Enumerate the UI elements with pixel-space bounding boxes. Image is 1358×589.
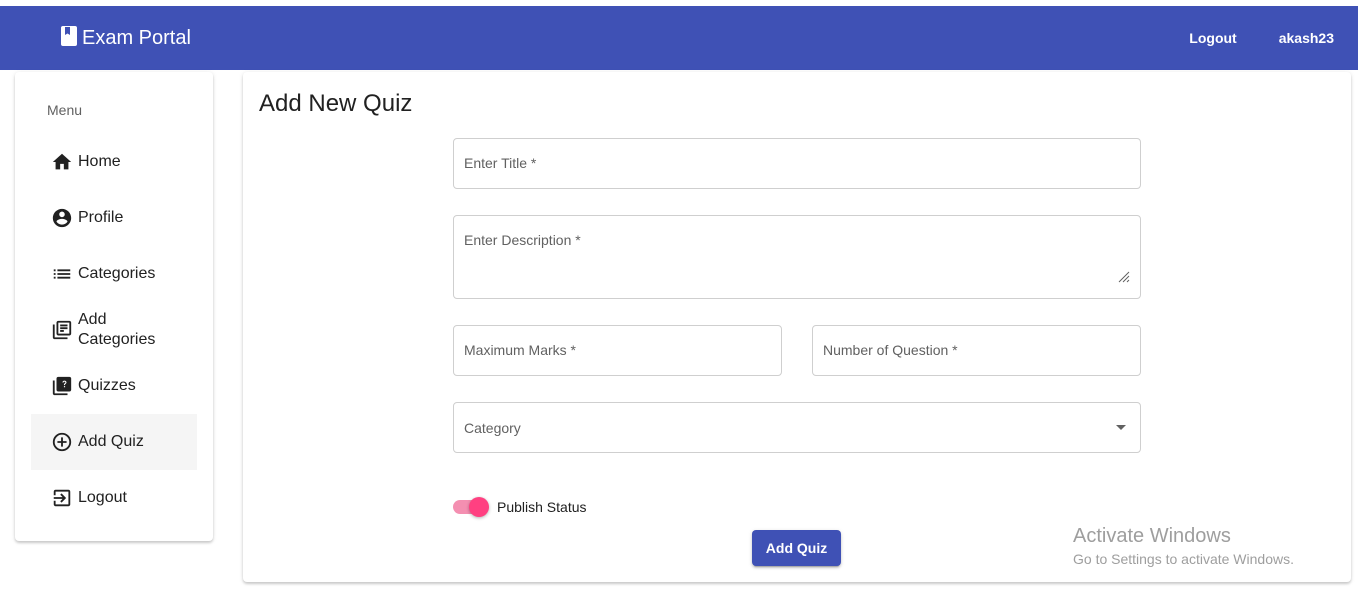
description-textarea[interactable]: Enter Description * — [453, 215, 1141, 299]
watermark-title: Activate Windows — [1073, 525, 1231, 547]
resize-handle-icon[interactable] — [1116, 269, 1130, 288]
top-app-bar: Exam Portal Logout akash23 — [0, 6, 1358, 70]
publish-status-label: Publish Status — [497, 499, 587, 515]
book-icon — [60, 25, 78, 51]
title-placeholder: Enter Title * — [464, 155, 537, 171]
sidebar-item-home[interactable]: Home — [31, 134, 197, 190]
account-circle-icon — [51, 207, 73, 229]
add-circle-icon — [51, 431, 73, 453]
logout-button[interactable]: Logout — [1168, 30, 1257, 46]
chevron-down-icon — [1116, 425, 1126, 430]
page-title: Add New Quiz — [259, 90, 413, 117]
max-marks-input[interactable]: Maximum Marks * — [453, 325, 782, 376]
num-questions-input[interactable]: Number of Question * — [812, 325, 1141, 376]
sidebar-item-label: Quizzes — [78, 377, 136, 394]
category-select[interactable]: Category — [453, 402, 1141, 453]
sidebar-item-add-quiz[interactable]: Add Quiz — [31, 414, 197, 470]
sidebar: Menu Home Profile Categories Add Categor… — [15, 72, 213, 541]
sidebar-item-label: Categories — [78, 265, 156, 282]
list-icon — [51, 263, 73, 285]
add-quiz-button[interactable]: Add Quiz — [752, 530, 841, 566]
sidebar-item-label: Add Quiz — [78, 433, 144, 450]
app-title: Exam Portal — [82, 26, 191, 49]
top-nav: Logout akash23 — [1168, 6, 1358, 70]
menu-heading: Menu — [47, 102, 83, 118]
num-questions-placeholder: Number of Question * — [823, 342, 958, 358]
exit-to-app-icon — [51, 487, 73, 509]
username-button[interactable]: akash23 — [1258, 30, 1358, 46]
title-input[interactable]: Enter Title * — [453, 138, 1141, 189]
publish-toggle[interactable] — [453, 497, 489, 517]
sidebar-item-categories[interactable]: Categories — [31, 246, 197, 302]
category-placeholder: Category — [464, 420, 521, 436]
sidebar-item-quizzes[interactable]: Quizzes — [31, 358, 197, 414]
quiz-icon — [51, 375, 73, 397]
sidebar-item-label: Home — [78, 153, 121, 170]
sidebar-item-logout[interactable]: Logout — [31, 470, 197, 526]
sidebar-item-add-categories[interactable]: Add Categories — [31, 302, 197, 358]
sidebar-item-label: Logout — [78, 489, 127, 506]
max-marks-placeholder: Maximum Marks * — [464, 342, 577, 358]
add-quiz-card: Add New Quiz Enter Title * Enter Descrip… — [243, 72, 1351, 582]
toggle-thumb — [469, 497, 489, 517]
activate-windows-watermark: Activate Windows Go to Settings to activ… — [1073, 524, 1294, 569]
sidebar-item-label: Profile — [78, 209, 124, 226]
sidebar-item-profile[interactable]: Profile — [31, 190, 197, 246]
description-placeholder: Enter Description * — [464, 232, 581, 248]
home-icon — [51, 151, 73, 173]
brand[interactable]: Exam Portal — [60, 6, 191, 70]
sidebar-item-label: Add Categories — [78, 311, 156, 348]
watermark-subtitle: Go to Settings to activate Windows. — [1073, 551, 1294, 567]
library-books-icon — [51, 319, 73, 341]
